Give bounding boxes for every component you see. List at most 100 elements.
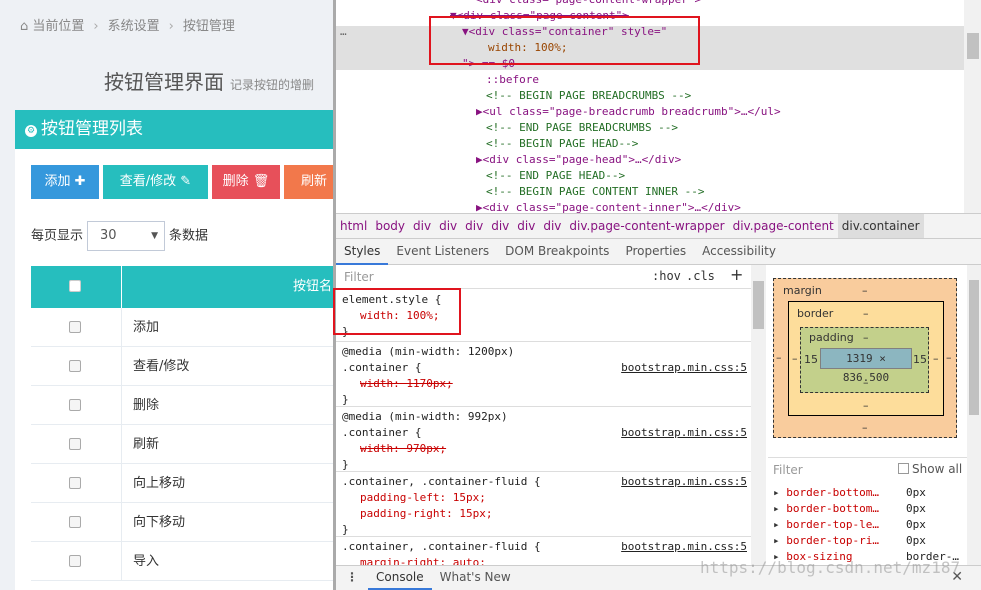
style-property[interactable]: width: 970px;	[336, 441, 751, 457]
table-row[interactable]: 添加	[31, 308, 333, 347]
dom-node[interactable]: ▶<ul class="page-breadcrumb breadcrumb">…	[476, 104, 781, 120]
computed-scrollbar[interactable]	[967, 265, 981, 565]
pseudo-element[interactable]: ::before	[486, 72, 539, 88]
breadcrumb-separator: ›	[168, 19, 174, 34]
show-all-checkbox[interactable]: Show all	[898, 462, 962, 476]
row-checkbox[interactable]	[69, 516, 81, 528]
source-link[interactable]: bootstrap.min.css:5	[621, 360, 747, 376]
dom-crumb-active[interactable]: div.container	[837, 214, 924, 238]
row-checkbox[interactable]	[69, 360, 81, 372]
home-icon: ⌂	[20, 19, 29, 34]
watermark: https://blog.csdn.net/mz187	[700, 558, 961, 577]
breadcrumb-item[interactable]: 按钮管理	[183, 19, 235, 34]
box-model-diagram: margin – – – – border – – – – padding – …	[768, 265, 981, 457]
row-checkbox[interactable]	[69, 438, 81, 450]
dom-node[interactable]: ▶<div class="page-content-inner">…</div>	[476, 200, 741, 213]
box-content[interactable]: 1319 × 836.500	[820, 348, 912, 384]
scrollbar-thumb[interactable]	[753, 281, 764, 329]
dom-crumb[interactable]: html	[336, 214, 371, 238]
page-size-select[interactable]: 30 ▼	[87, 221, 166, 251]
column-divider	[121, 386, 122, 425]
dom-crumb[interactable]: div	[539, 214, 565, 238]
page-header: 按钮管理界面 记录按钮的增删	[104, 66, 314, 95]
select-all-checkbox[interactable]	[69, 280, 81, 292]
page-size-value: 30	[100, 228, 117, 243]
elements-scrollbar[interactable]	[964, 0, 981, 213]
style-property[interactable]: padding-right: 15px;	[336, 506, 751, 522]
computed-property[interactable]: ▸ border-top-le… 0px	[773, 517, 926, 533]
computed-property[interactable]: ▸ border-bottom… 0px	[773, 485, 926, 501]
edit-button[interactable]: 查看/修改 ✎	[103, 165, 208, 199]
table-row[interactable]: 向上移动	[31, 464, 333, 503]
breadcrumb: ⌂ 当前位置 › 系统设置 › 按钮管理	[20, 15, 235, 34]
dom-crumb[interactable]: div	[461, 214, 487, 238]
dom-node[interactable]: ▶<div class="page-head">…</div>	[476, 152, 681, 168]
padding-right-value: 15	[913, 353, 927, 366]
margin-top-value: –	[862, 284, 868, 297]
checkbox-icon	[898, 463, 909, 474]
panel-title-bar: ⚙ 按钮管理列表	[15, 110, 333, 149]
tab-dom-breakpoints[interactable]: DOM Breakpoints	[497, 239, 617, 263]
table-row[interactable]: 导入	[31, 542, 333, 581]
dom-crumb[interactable]: div	[409, 214, 435, 238]
style-property[interactable]: padding-left: 15px;	[336, 490, 751, 506]
row-checkbox[interactable]	[69, 399, 81, 411]
table-row[interactable]: 刷新	[31, 425, 333, 464]
column-divider	[121, 266, 122, 308]
dom-node[interactable]: <div class="page-content-wrapper">	[476, 0, 701, 8]
style-property[interactable]: width: 1170px;	[336, 376, 751, 392]
class-toggle[interactable]: .cls	[686, 269, 715, 283]
breadcrumb-item[interactable]: 系统设置	[108, 19, 160, 34]
row-checkbox[interactable]	[69, 321, 81, 333]
margin-right-value: –	[946, 351, 952, 364]
scrollbar-thumb[interactable]	[969, 280, 979, 415]
tab-accessibility[interactable]: Accessibility	[694, 239, 784, 263]
dom-breadcrumb-bar: html body div div div div div div div.page-conte…	[336, 213, 981, 239]
hover-state-toggle[interactable]: :hov	[652, 269, 681, 283]
padding-top-value: –	[863, 331, 869, 344]
source-link[interactable]: bootstrap.min.css:5	[621, 539, 747, 555]
more-options-icon[interactable]: …	[340, 24, 347, 40]
delete-button[interactable]: 删除 🗑	[212, 165, 280, 199]
dom-crumb[interactable]: div	[435, 214, 461, 238]
media-query: @media (min-width: 992px)	[342, 410, 508, 423]
computed-property[interactable]: ▸ border-bottom… 0px	[773, 501, 926, 517]
computed-filter-input[interactable]: Filter	[773, 463, 803, 477]
refresh-button[interactable]: 刷新	[284, 165, 333, 199]
rule-selector: .container {bootstrap.min.css:5	[342, 360, 747, 376]
table-row[interactable]: 删除	[31, 386, 333, 425]
style-property[interactable]: margin-right: auto;	[336, 555, 751, 565]
column-divider	[121, 464, 122, 503]
row-label: 刷新	[133, 437, 160, 452]
dom-crumb[interactable]: body	[371, 214, 409, 238]
add-rule-icon[interactable]: +	[730, 265, 743, 284]
dom-crumb[interactable]: div.page-content-wrapper	[565, 214, 728, 238]
scrollbar-thumb[interactable]	[967, 33, 979, 59]
rule-selector: .container, .container-fluid {bootstrap.…	[342, 474, 747, 490]
breadcrumb-item[interactable]: 当前位置	[32, 19, 84, 34]
page-size-suffix: 条数据	[169, 228, 209, 244]
dom-crumb[interactable]: div	[487, 214, 513, 238]
tab-event-listeners[interactable]: Event Listeners	[388, 239, 497, 263]
add-button[interactable]: 添加 ✚	[31, 165, 99, 199]
rule-selector: .container {bootstrap.min.css:5	[342, 425, 747, 441]
tab-console[interactable]: Console	[368, 566, 432, 590]
tab-whats-new[interactable]: What's New	[432, 566, 519, 588]
rule-close: }	[342, 458, 349, 471]
dom-comment: <!-- END PAGE BREADCRUMBS -->	[486, 121, 679, 134]
computed-property[interactable]: ▸ border-top-ri… 0px	[773, 533, 926, 549]
tab-properties[interactable]: Properties	[617, 239, 694, 263]
dom-crumb[interactable]: div	[513, 214, 539, 238]
styles-scrollbar[interactable]	[751, 265, 766, 565]
style-rule: @media (min-width: 992px) .container {bo…	[336, 407, 751, 472]
dom-crumb[interactable]: div.page-content	[729, 214, 838, 238]
source-link[interactable]: bootstrap.min.css:5	[621, 474, 747, 490]
source-link[interactable]: bootstrap.min.css:5	[621, 425, 747, 441]
tab-styles[interactable]: Styles	[336, 239, 389, 265]
styles-filter-input[interactable]: Filter	[344, 270, 374, 284]
row-checkbox[interactable]	[69, 555, 81, 567]
table-row[interactable]: 向下移动	[31, 503, 333, 542]
row-checkbox[interactable]	[69, 477, 81, 489]
table-row[interactable]: 查看/修改	[31, 347, 333, 386]
drawer-menu-icon[interactable]: ⋮	[336, 566, 368, 588]
